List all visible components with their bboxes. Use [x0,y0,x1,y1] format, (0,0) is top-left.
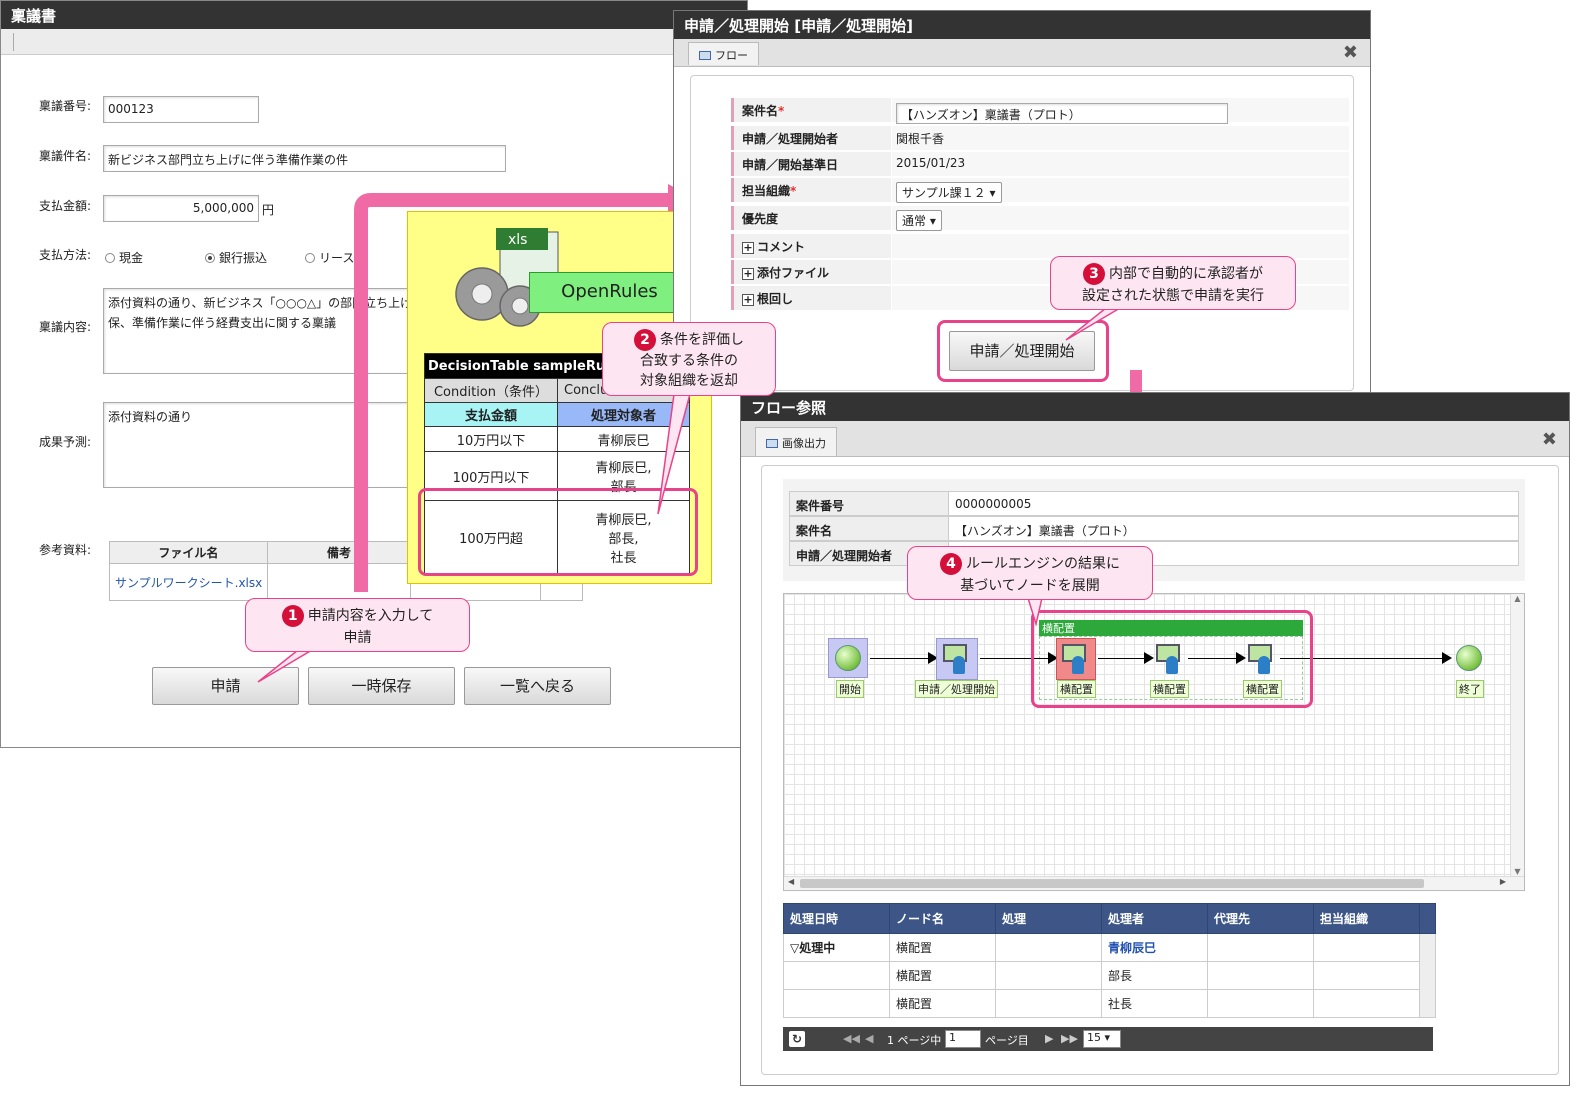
callout-3-text-1: 内部で自動的に承認者が [1109,266,1263,282]
callout-2-line-2: 合致する条件の [640,353,738,369]
callout-2-text-1: 条件を評価し [660,332,744,348]
callout-1-line-1: 1 申請内容を入力して [254,605,461,627]
callout-1-line-2: 申請 [343,630,372,646]
step-4-badge: 4 [940,553,962,575]
callout-2-line-1: 2 条件を評価し [611,329,767,351]
callout-3-line-2: 設定された状態で申請を実行 [1082,288,1264,304]
callout-4: 4 ルールエンジンの結果に 基づいてノードを展開 [907,546,1153,600]
step-2-badge: 2 [634,329,656,351]
callout-2: 2 条件を評価し 合致する条件の 対象組織を返却 [602,322,776,396]
callout-pointers [257,307,1123,683]
callout-3-line-1: 3 内部で自動的に承認者が [1059,263,1287,285]
callout-1: 1 申請内容を入力して 申請 [245,598,470,652]
callout-2-line-3: 対象組織を返却 [640,373,738,389]
callout-4-text-1: ルールエンジンの結果に [966,556,1120,572]
step-3-badge: 3 [1083,263,1105,285]
callout-3: 3 内部で自動的に承認者が 設定された状態で申請を実行 [1050,256,1296,310]
step-1-badge: 1 [281,605,304,627]
callout-1-text-1: 申請内容を入力して [307,608,434,624]
callout-4-line-2: 基づいてノードを展開 [960,578,1100,594]
callout-4-line-1: 4 ルールエンジンの結果に [916,553,1144,575]
